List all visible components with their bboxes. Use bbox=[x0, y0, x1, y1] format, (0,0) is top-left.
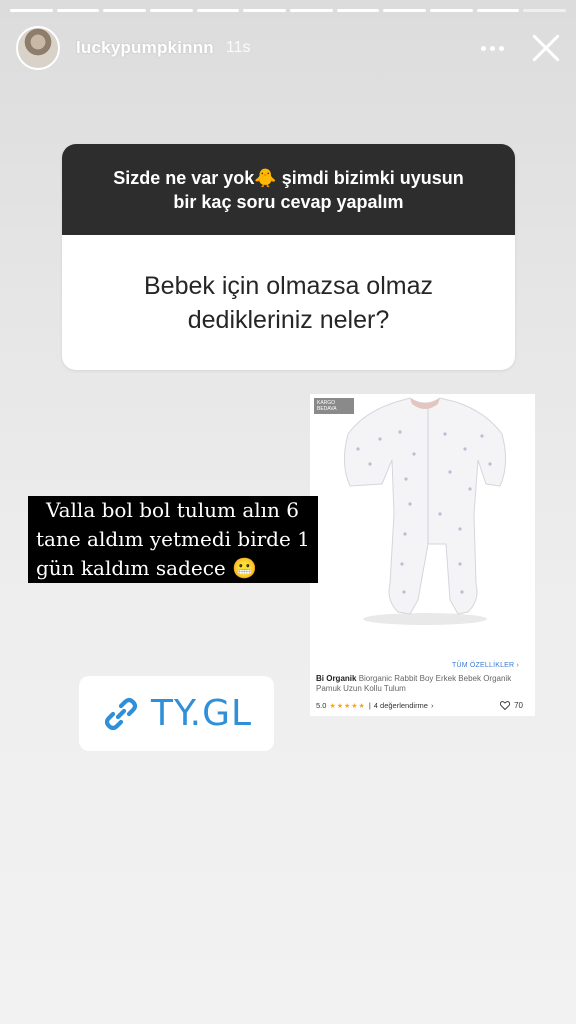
more-options-icon[interactable] bbox=[481, 45, 504, 51]
product-rating: 5.0 ★★★★★ | 4 değerlendirme › bbox=[316, 701, 434, 710]
link-sticker[interactable]: TY.GL bbox=[79, 676, 274, 751]
caption-text: Valla bol bol tulum alın 6 tane aldım ye… bbox=[28, 496, 318, 583]
progress-segment bbox=[430, 9, 473, 12]
question-prompt: Sizde ne var yok🐥 şimdi bizimki uyusun b… bbox=[62, 144, 515, 235]
review-count[interactable]: 4 değerlendirme bbox=[374, 701, 428, 710]
question-sticker[interactable]: Sizde ne var yok🐥 şimdi bizimki uyusun b… bbox=[62, 144, 515, 370]
progress-segment bbox=[523, 9, 567, 12]
star-icons: ★★★★★ bbox=[329, 702, 366, 710]
product-image bbox=[310, 394, 535, 654]
progress-segment bbox=[10, 9, 53, 12]
story-header: luckypumpkinnn 11s bbox=[16, 26, 562, 70]
post-time: 11s bbox=[225, 39, 251, 56]
progress-segment bbox=[290, 9, 333, 12]
shipping-badge: KARGO BEDAVA bbox=[314, 398, 354, 414]
avatar[interactable] bbox=[16, 26, 60, 70]
features-link[interactable]: TÜM ÖZELLİKLER › bbox=[452, 662, 519, 669]
prompt-line-1: Sizde ne var yok🐥 şimdi bizimki uyusun bbox=[113, 167, 464, 188]
prompt-line-2: bir kaç soru cevap yapalım bbox=[173, 191, 404, 212]
progress-segment bbox=[150, 9, 193, 12]
answer-line-2: dedikleriniz neler? bbox=[187, 305, 390, 334]
caption-line-1: Valla bol bol tulum alın 6 bbox=[28, 496, 318, 525]
link-text: TY.GL bbox=[150, 693, 253, 734]
progress-segment bbox=[476, 9, 520, 12]
caption-line-3: gün kaldım sadece 😬 bbox=[28, 554, 318, 583]
product-title: Bi Organik Biorganic Rabbit Boy Erkek Be… bbox=[316, 674, 523, 694]
progress-segment bbox=[196, 9, 240, 12]
close-icon[interactable] bbox=[530, 32, 562, 64]
story-progress bbox=[10, 9, 567, 12]
product-brand: Bi Organik bbox=[316, 674, 357, 683]
progress-segment bbox=[56, 9, 100, 12]
answer-line-1: Bebek için olmazsa olmaz bbox=[143, 271, 433, 300]
progress-segment bbox=[243, 9, 287, 12]
progress-segment bbox=[383, 9, 427, 12]
progress-segment bbox=[103, 9, 147, 12]
progress-segment bbox=[336, 9, 380, 12]
username[interactable]: luckypumpkinnn bbox=[76, 38, 214, 58]
heart-icon bbox=[500, 701, 511, 710]
caption-line-2: tane aldım yetmedi birde 1 bbox=[28, 525, 318, 554]
question-answer: Bebek için olmazsa olmaz dedikleriniz ne… bbox=[62, 235, 515, 370]
link-icon bbox=[104, 697, 138, 730]
like-count: 70 bbox=[514, 701, 523, 710]
product-card[interactable]: KARGO BEDAVA TÜM ÖZELLİKLER › Bi Organik… bbox=[310, 394, 535, 716]
rating-value: 5.0 bbox=[316, 701, 327, 710]
product-likes[interactable]: 70 bbox=[500, 701, 523, 710]
